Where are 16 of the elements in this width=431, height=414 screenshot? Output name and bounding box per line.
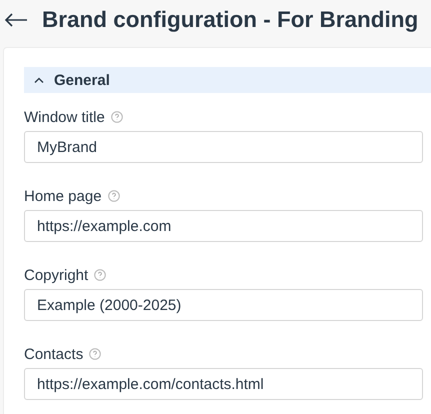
- input-field[interactable]: Example (2000-2025): [24, 289, 423, 321]
- input-field[interactable]: MyBrand: [24, 131, 423, 163]
- input-field[interactable]: https://example.com: [24, 210, 423, 242]
- help-icon[interactable]: [110, 111, 123, 123]
- back-arrow-icon[interactable]: [4, 13, 28, 27]
- help-icon[interactable]: [89, 348, 102, 360]
- field-label: Window title: [24, 108, 105, 126]
- input-field[interactable]: https://example.com/contacts.html: [24, 368, 423, 400]
- page-title: Brand configuration - For Branding: [42, 7, 418, 33]
- field-label: Copyright: [24, 266, 88, 284]
- help-icon[interactable]: [108, 190, 120, 202]
- help-icon[interactable]: [94, 269, 106, 281]
- field-label: Contacts: [24, 346, 84, 362]
- field-label: Home page: [24, 188, 102, 204]
- section-header[interactable]: General: [24, 67, 431, 93]
- chevron-icon: [34, 77, 44, 83]
